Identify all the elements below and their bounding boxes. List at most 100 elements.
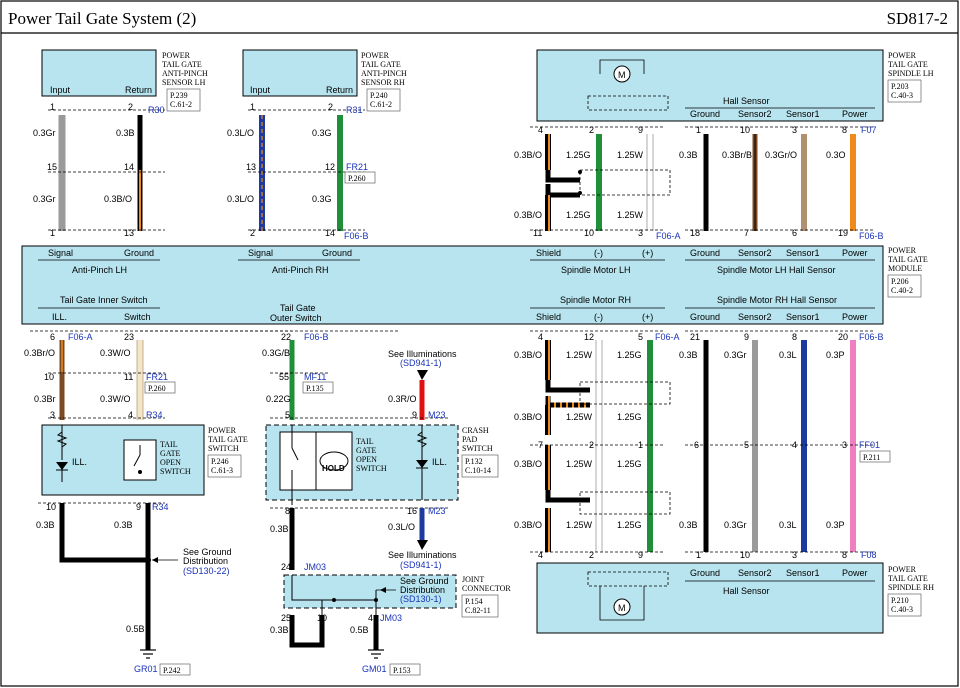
svg-text:0.3B: 0.3B	[270, 524, 289, 534]
svg-text:0.3B/O: 0.3B/O	[514, 150, 542, 160]
svg-text:Sensor2: Sensor2	[738, 568, 772, 578]
svg-text:MODULE: MODULE	[888, 264, 922, 273]
svg-text:Tail Gate Inner Switch: Tail Gate Inner Switch	[60, 295, 148, 305]
svg-text:5: 5	[285, 410, 290, 420]
svg-text:C.61-2: C.61-2	[370, 100, 392, 109]
svg-text:FF01: FF01	[859, 440, 880, 450]
svg-text:Spindle Motor RH Hall Sensor: Spindle Motor RH Hall Sensor	[717, 295, 837, 305]
svg-text:0.5B: 0.5B	[126, 624, 145, 634]
svg-text:1: 1	[250, 102, 255, 112]
spindle-lh: Hall Sensor Ground Sensor2 Sensor1 Power…	[536, 49, 934, 122]
svg-text:P.242: P.242	[163, 666, 181, 675]
svg-text:Sensor1: Sensor1	[786, 248, 820, 258]
svg-text:5: 5	[638, 332, 643, 342]
svg-text:4: 4	[538, 332, 543, 342]
svg-text:(-): (-)	[594, 248, 603, 258]
wires-antipinch-lh: 1 2 15 14 1 13 R30 0.3Gr 0.3Gr 0.3B 0.3B…	[33, 102, 165, 238]
svg-text:0.3B/O: 0.3B/O	[104, 194, 132, 204]
svg-text:P.206: P.206	[891, 277, 909, 286]
svg-text:Power: Power	[842, 312, 868, 322]
svg-text:TAIL GATE: TAIL GATE	[888, 574, 928, 583]
svg-text:P.210: P.210	[891, 596, 909, 605]
svg-text:22: 22	[281, 332, 291, 342]
svg-text:14: 14	[124, 162, 134, 172]
svg-text:6: 6	[694, 440, 699, 450]
svg-text:8: 8	[842, 125, 847, 135]
svg-text:CRASH: CRASH	[462, 426, 489, 435]
svg-text:POWER: POWER	[208, 426, 237, 435]
svg-text:ANTI-PINCH: ANTI-PINCH	[162, 69, 208, 78]
svg-text:Spindle Motor LH Hall Sensor: Spindle Motor LH Hall Sensor	[717, 265, 836, 275]
svg-text:M23: M23	[428, 410, 446, 420]
svg-text:8: 8	[792, 332, 797, 342]
svg-text:SWITCH: SWITCH	[208, 444, 239, 453]
svg-text:Signal: Signal	[248, 248, 273, 258]
svg-text:Sensor1: Sensor1	[786, 568, 820, 578]
svg-text:19: 19	[838, 228, 848, 238]
svg-text:2: 2	[589, 440, 594, 450]
crash-pad-switch: HOLD TAIL GATE OPEN SWITCH ILL. CRASH PA…	[265, 424, 499, 505]
svg-text:POWER: POWER	[888, 246, 917, 255]
svg-text:9: 9	[638, 125, 643, 135]
svg-text:10: 10	[46, 502, 56, 512]
svg-text:(SD130-1): (SD130-1)	[400, 594, 442, 604]
svg-text:10: 10	[584, 228, 594, 238]
svg-text:8: 8	[842, 550, 847, 560]
svg-text:21: 21	[690, 332, 700, 342]
spindle-rh: Ground Sensor2 Sensor1 Power Hall Sensor…	[536, 562, 934, 634]
svg-text:P.153: P.153	[393, 666, 411, 675]
svg-text:Anti-Pinch LH: Anti-Pinch LH	[72, 265, 127, 275]
svg-text:ILL.: ILL.	[432, 457, 447, 467]
svg-text:20: 20	[838, 332, 848, 342]
svg-text:Sensor1: Sensor1	[786, 109, 820, 119]
svg-text:0.3L/O: 0.3L/O	[227, 194, 254, 204]
svg-text:0.3B: 0.3B	[116, 128, 135, 138]
svg-text:Tail Gate: Tail Gate	[280, 303, 316, 313]
svg-text:ILL.: ILL.	[72, 457, 87, 467]
svg-text:SPINDLE LH: SPINDLE LH	[888, 69, 934, 78]
page-code: SD817-2	[887, 9, 948, 28]
svg-text:4: 4	[538, 550, 543, 560]
svg-text:C.40-3: C.40-3	[891, 605, 913, 614]
svg-text:JOINT: JOINT	[462, 575, 484, 584]
svg-text:4: 4	[538, 125, 543, 135]
svg-text:4: 4	[368, 613, 373, 623]
antipinch-sensor-rh: Input Return POWER TAIL GATE ANTI-PINCH …	[242, 49, 407, 112]
svg-text:GATE: GATE	[160, 449, 181, 458]
svg-text:0.3B/O: 0.3B/O	[514, 520, 542, 530]
svg-text:1.25G: 1.25G	[617, 520, 642, 530]
svg-text:Spindle Motor RH: Spindle Motor RH	[560, 295, 631, 305]
svg-text:0.3B: 0.3B	[114, 520, 133, 530]
svg-text:0.3Br: 0.3Br	[34, 394, 56, 404]
svg-text:1.25W: 1.25W	[566, 412, 593, 422]
svg-text:F06-B: F06-B	[859, 332, 884, 342]
svg-text:(+): (+)	[642, 248, 653, 258]
svg-text:Power: Power	[842, 109, 868, 119]
svg-text:16: 16	[407, 506, 417, 516]
svg-text:TAIL GATE: TAIL GATE	[361, 60, 401, 69]
svg-text:24: 24	[281, 562, 291, 572]
svg-text:Distribution: Distribution	[183, 556, 228, 566]
svg-text:C.10-14: C.10-14	[465, 466, 491, 475]
svg-text:1: 1	[696, 125, 701, 135]
svg-text:0.3L: 0.3L	[779, 350, 797, 360]
ground-gr01: GR01	[134, 664, 158, 674]
svg-text:0.3Br/O: 0.3Br/O	[24, 348, 55, 358]
svg-text:4: 4	[792, 440, 797, 450]
svg-text:2: 2	[589, 125, 594, 135]
svg-text:SWITCH: SWITCH	[160, 467, 191, 476]
svg-text:2: 2	[589, 550, 594, 560]
svg-text:SWITCH: SWITCH	[356, 464, 387, 473]
svg-text:0.3B/O: 0.3B/O	[514, 350, 542, 360]
svg-text:Hall Sensor: Hall Sensor	[723, 586, 770, 596]
svg-text:7: 7	[538, 440, 543, 450]
svg-text:10: 10	[740, 550, 750, 560]
svg-text:0.3G: 0.3G	[312, 194, 332, 204]
svg-text:23: 23	[124, 332, 134, 342]
svg-text:TAIL GATE: TAIL GATE	[888, 255, 928, 264]
svg-text:MF11: MF11	[304, 372, 326, 382]
wires-antipinch-rh: 1 2 13 12 2 14 R31 FR21 P.260 F06-B 0.3L…	[227, 102, 376, 241]
svg-text:3: 3	[792, 550, 797, 560]
svg-text:P.135: P.135	[306, 384, 324, 393]
svg-text:ILL.: ILL.	[52, 312, 67, 322]
